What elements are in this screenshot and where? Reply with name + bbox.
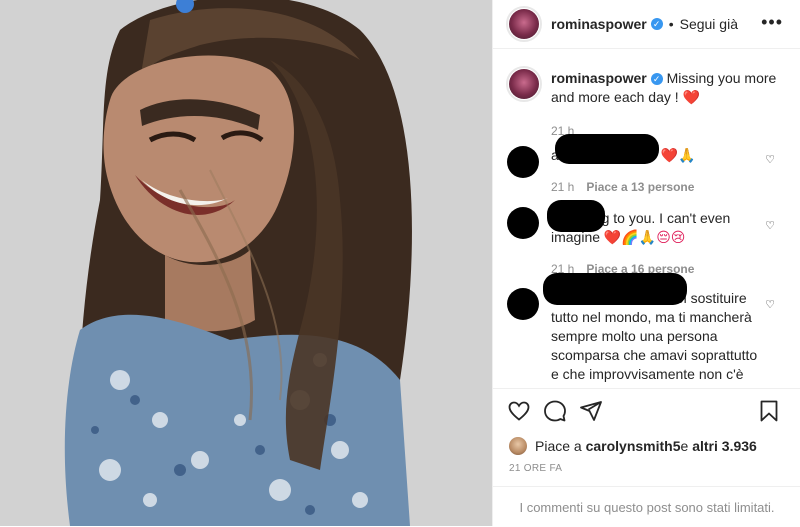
like-comment-heart-icon[interactable]: ♡ xyxy=(765,298,775,311)
commenter-avatar[interactable] xyxy=(507,207,539,239)
comment-emoji: ❤️🙏 xyxy=(660,148,696,164)
like-comment-heart-icon[interactable]: ♡ xyxy=(765,219,775,232)
like-heart-icon[interactable] xyxy=(507,399,531,423)
verified-badge-icon: ✓ xyxy=(650,18,663,30)
liker-username[interactable]: carolynsmith5 xyxy=(586,438,681,454)
share-paperplane-icon[interactable] xyxy=(579,399,603,423)
comments-list[interactable]: rominaspower ✓ Missing you more and more … xyxy=(493,49,800,387)
caption-avatar[interactable] xyxy=(506,66,542,102)
heart-emoji-icon: ❤️ xyxy=(682,90,700,106)
comment-item: c Big hug to you. I can't even imagine ❤… xyxy=(507,200,797,276)
likes-others[interactable]: altri 3.936 xyxy=(692,438,757,454)
portrait-image xyxy=(0,0,492,526)
comment-item: a ❤️🙏 21 h Piace a 13 persone ♡ xyxy=(507,134,797,196)
comment-bubble-icon[interactable] xyxy=(543,399,567,423)
caption-username[interactable]: rominaspower xyxy=(551,70,647,86)
commenter-avatar[interactable] xyxy=(507,288,539,320)
comments-limited-notice: I commenti su questo post sono stati lim… xyxy=(493,486,800,527)
commenter-avatar[interactable] xyxy=(507,146,539,178)
comment-item: n Puoi sostituire tutto nel mondo, ma ti… xyxy=(507,273,797,387)
liker-avatar xyxy=(509,437,527,455)
save-bookmark-icon[interactable] xyxy=(757,399,781,423)
redaction-block xyxy=(543,273,687,305)
separator-dot: • xyxy=(668,16,674,32)
caption-text: rominaspower ✓ Missing you more and more … xyxy=(551,69,787,141)
author-avatar[interactable] xyxy=(506,6,542,42)
post-header: rominaspower ✓ • Segui già ••• xyxy=(493,0,800,49)
author-username[interactable]: rominaspower xyxy=(551,16,647,32)
post-timestamp[interactable]: 21 ORE FA xyxy=(509,463,562,474)
like-comment-heart-icon[interactable]: ♡ xyxy=(765,153,775,166)
likes-mid: e xyxy=(680,438,689,454)
comment-time[interactable]: 21 h xyxy=(551,180,574,194)
more-options-icon[interactable]: ••• xyxy=(761,12,783,33)
redaction-block xyxy=(555,134,659,164)
verified-badge-icon: ✓ xyxy=(650,73,663,85)
comment-likes[interactable]: Piace a 13 persone xyxy=(586,180,694,194)
post-actions xyxy=(493,388,800,433)
likes-prefix: Piace a xyxy=(535,438,582,454)
comment-emoji: ❤️🌈🙏😔😢 xyxy=(603,230,686,246)
post-side-panel: rominaspower ✓ • Segui già ••• rominaspo… xyxy=(492,0,800,526)
redaction-block xyxy=(547,200,605,232)
post-photo[interactable] xyxy=(0,0,492,526)
likes-summary[interactable]: Piace a carolynsmith5 e altri 3.936 xyxy=(509,436,799,456)
follow-button[interactable]: Segui già xyxy=(680,16,738,32)
